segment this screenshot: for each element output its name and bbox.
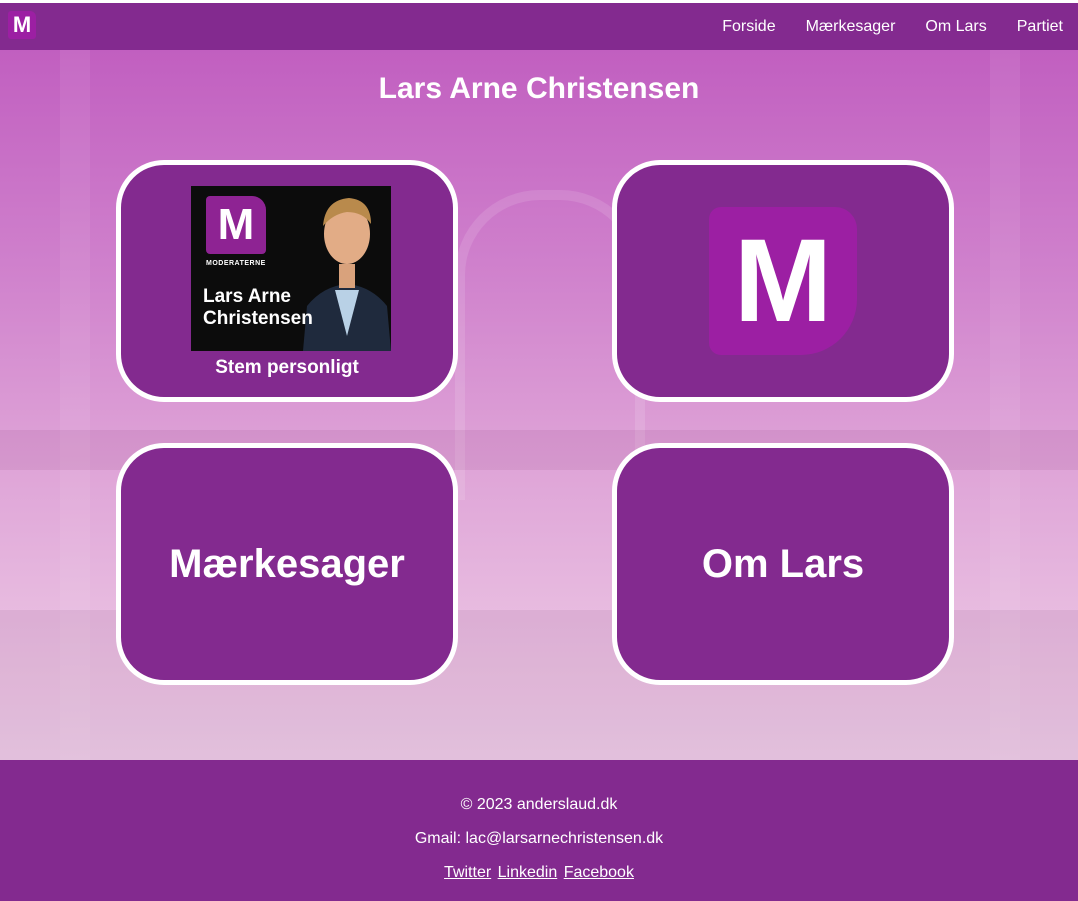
footer-social-links: Twitter Linkedin Facebook [0, 864, 1078, 882]
poster-subtitle: Stem personligt [215, 357, 359, 378]
tile-maerkesager-label: Mærkesager [169, 541, 405, 586]
tile-om-lars-label: Om Lars [701, 541, 865, 586]
facebook-link[interactable]: Facebook [564, 864, 634, 881]
tile-maerkesager[interactable]: Mærkesager [116, 443, 458, 685]
poster-logo-icon: M [206, 196, 266, 254]
footer-email: Gmail: lac@larsarnechristensen.dk [414, 830, 664, 847]
party-logo-icon: M [709, 207, 857, 355]
footer: © 2023 anderslaud.dk Gmail: lac@larsarne… [0, 760, 1078, 901]
nav-link-om-lars[interactable]: Om Lars [925, 18, 986, 36]
navbar: M Forside Mærkesager Om Lars Partiet [0, 3, 1078, 50]
poster-name: Lars Arne Christensen [203, 286, 313, 329]
campaign-poster-image: M MODERATERNE Lars Arne Christensen [191, 186, 391, 351]
linkedin-link[interactable]: Linkedin [498, 864, 558, 881]
moderaterne-logo-icon[interactable]: M [8, 11, 36, 39]
footer-copyright: © 2023 anderslaud.dk [460, 796, 618, 813]
nav-links: Forside Mærkesager Om Lars Partiet [722, 3, 1063, 50]
poster-brand: MODERATERNE [206, 260, 266, 267]
tile-campaign-poster[interactable]: M MODERATERNE Lars Arne Christensen Stem … [116, 160, 458, 402]
page-title: Lars Arne Christensen [378, 72, 700, 105]
tile-om-lars[interactable]: Om Lars [612, 443, 954, 685]
candidate-portrait [303, 198, 391, 351]
nav-link-forside[interactable]: Forside [722, 18, 775, 36]
nav-link-maerkesager[interactable]: Mærkesager [806, 18, 896, 36]
tile-party-logo[interactable]: M [612, 160, 954, 402]
nav-link-partiet[interactable]: Partiet [1017, 18, 1063, 36]
twitter-link[interactable]: Twitter [444, 864, 491, 881]
